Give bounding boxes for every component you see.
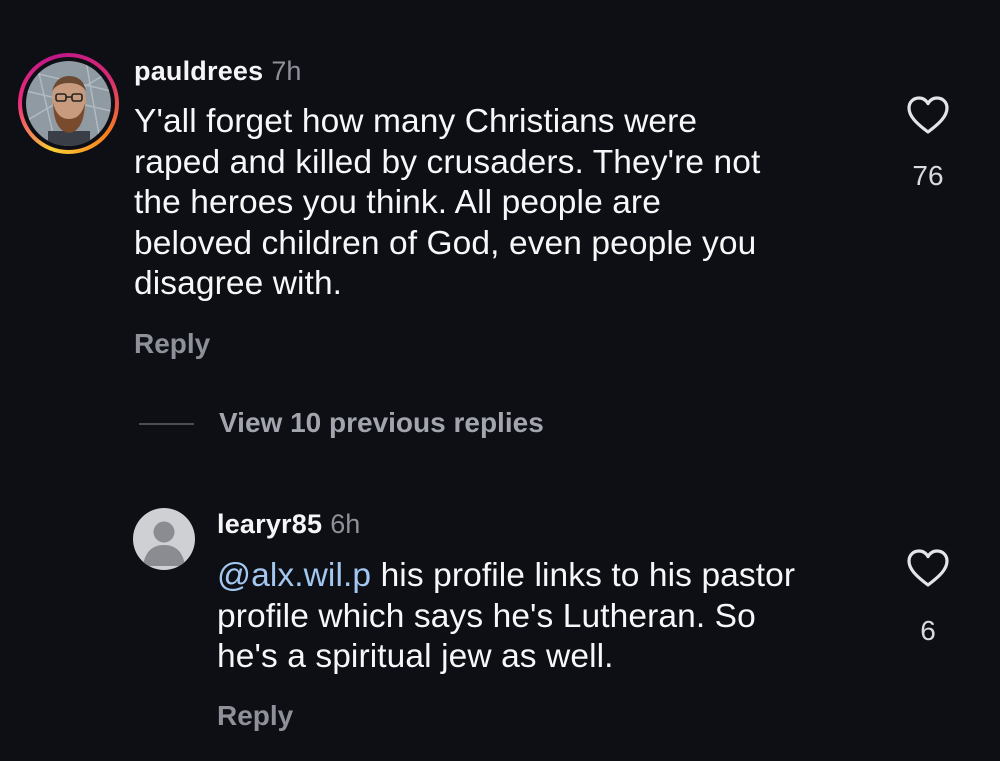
comment-line: disagree with. (134, 265, 343, 302)
comment-line: beloved children of God, even people you (134, 224, 757, 262)
avatar-story-ring[interactable] (18, 53, 119, 154)
timestamp: 7h (271, 56, 302, 86)
comment-line: raped and killed by crusaders. They're n… (134, 143, 761, 181)
comment-line: profile which says he's Lutheran. So (217, 597, 756, 635)
comment-header: pauldrees 7h (134, 56, 301, 87)
reply-button[interactable]: Reply (134, 328, 210, 360)
reply-text: @alx.wil.p his profile links to his past… (217, 556, 897, 678)
like-count: 6 (920, 615, 936, 646)
timestamp: 6h (330, 509, 361, 539)
view-previous-replies-button[interactable]: View 10 previous replies (219, 407, 544, 439)
username[interactable]: learyr85 (217, 509, 322, 539)
like-heart-icon[interactable] (906, 95, 950, 140)
avatar[interactable] (26, 61, 111, 146)
comment-line: Y'all forget how many Christians were (134, 103, 698, 140)
username[interactable]: pauldrees (134, 56, 263, 86)
default-person-icon[interactable] (133, 508, 195, 570)
replies-divider (139, 423, 194, 425)
comment-line: the heroes you think. All people are (134, 184, 661, 221)
like-count: 76 (912, 160, 944, 191)
reply-header: learyr85 6h (217, 509, 360, 540)
comment-line: @alx.wil.p his profile links to his past… (217, 557, 796, 594)
comment-text: Y'all forget how many Christians were ra… (134, 102, 894, 305)
like-heart-icon[interactable] (906, 548, 950, 593)
reply-button[interactable]: Reply (217, 700, 293, 732)
comment-line: he's a spiritual jew as well. (217, 638, 614, 675)
mention-link[interactable]: @alx.wil.p (217, 557, 371, 594)
